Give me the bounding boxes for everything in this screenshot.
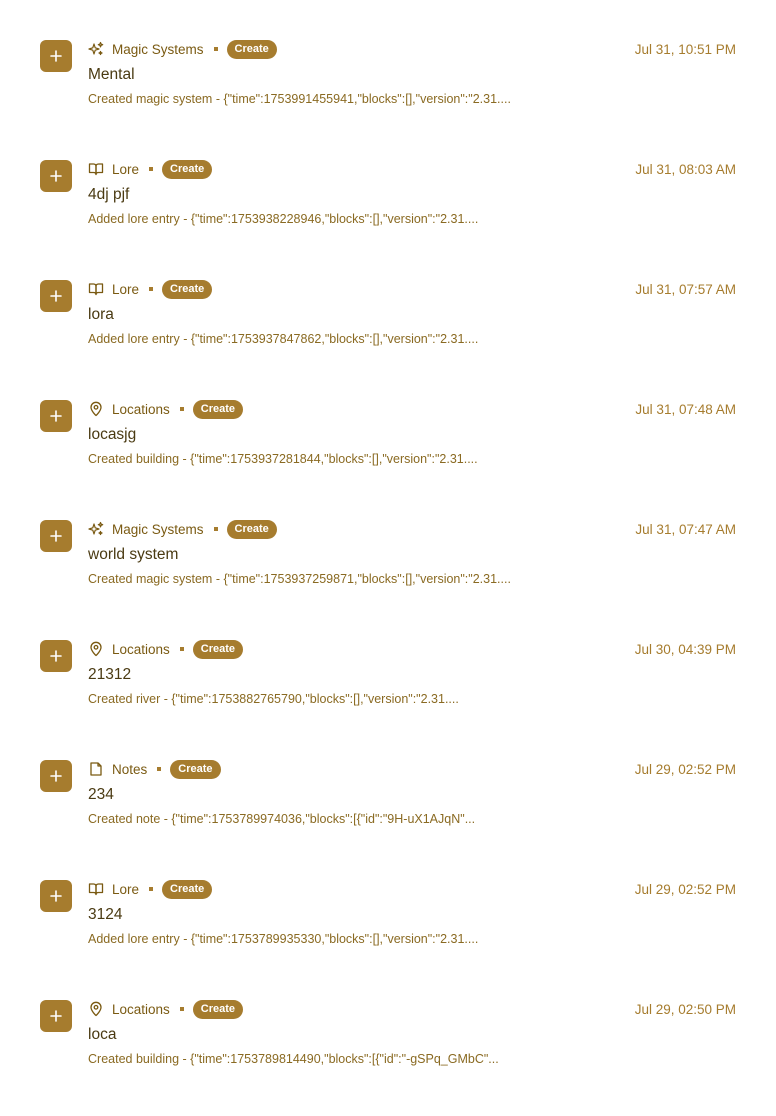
add-button[interactable] [40, 280, 72, 312]
action-badge: Create [192, 999, 244, 1019]
item-description: Created building - {"time":1753937281844… [88, 452, 478, 466]
timestamp: Jul 30, 04:39 PM [634, 642, 736, 657]
category-label: Locations [112, 401, 170, 417]
item-title[interactable]: 4dj pjf [88, 184, 736, 206]
separator-dot [157, 767, 162, 771]
item-title[interactable]: lora [88, 304, 736, 326]
plus-icon [50, 530, 62, 542]
action-badge: Create [192, 399, 244, 419]
separator-dot [149, 887, 154, 891]
book-open-icon [88, 881, 104, 897]
item-title[interactable]: locasjg [88, 424, 736, 446]
plus-icon [50, 50, 62, 62]
plus-icon [50, 1010, 62, 1022]
category-label: Magic Systems [112, 41, 204, 57]
item-description: Created magic system - {"time":175393725… [88, 572, 511, 586]
item-title[interactable]: 3124 [88, 904, 736, 926]
separator-dot [213, 47, 218, 51]
item-description: Added lore entry - {"time":1753938228946… [88, 212, 479, 226]
activity-item: Locations Create 21312 Created river - {… [0, 636, 776, 756]
book-open-icon [88, 161, 104, 177]
activity-item: Notes Create 234 Created note - {"time":… [0, 756, 776, 876]
plus-icon [50, 410, 62, 422]
map-pin-icon [88, 401, 104, 417]
plus-icon [50, 770, 62, 782]
timestamp: Jul 29, 02:52 PM [634, 762, 736, 777]
activity-item: Locations Create locasjg Created buildin… [0, 396, 776, 516]
plus-icon [50, 890, 62, 902]
map-pin-icon [88, 1001, 104, 1017]
category-label: Notes [112, 761, 148, 777]
category-label: Lore [112, 881, 140, 897]
separator-dot [149, 287, 154, 291]
separator-dot [179, 1007, 184, 1011]
category-label: Magic Systems [112, 521, 204, 537]
item-title[interactable]: loca [88, 1024, 736, 1046]
plus-icon [50, 290, 62, 302]
add-button[interactable] [40, 1000, 72, 1032]
separator-dot [213, 527, 218, 531]
sparkles-icon [88, 41, 104, 57]
add-button[interactable] [40, 40, 72, 72]
action-badge: Create [162, 279, 213, 299]
add-button[interactable] [40, 400, 72, 432]
action-badge: Create [162, 159, 213, 179]
timestamp: Jul 31, 10:51 PM [634, 42, 736, 57]
timestamp: Jul 31, 07:57 AM [635, 282, 736, 297]
item-title[interactable]: Mental [88, 64, 736, 86]
plus-icon [50, 170, 62, 182]
activity-item: Lore Create 4dj pjf Added lore entry - {… [0, 156, 776, 276]
activity-item: Lore Create lora Added lore entry - {"ti… [0, 276, 776, 396]
add-button[interactable] [40, 760, 72, 792]
timestamp: Jul 31, 08:03 AM [635, 162, 736, 177]
file-icon [88, 761, 104, 777]
activity-item: Magic Systems Create Mental Created magi… [0, 36, 776, 156]
map-pin-icon [88, 641, 104, 657]
item-description: Created river - {"time":1753882765790,"b… [88, 692, 459, 706]
timestamp: Jul 31, 07:47 AM [635, 522, 736, 537]
item-description: Added lore entry - {"time":1753789935330… [88, 932, 479, 946]
category-label: Locations [112, 641, 170, 657]
action-badge: Create [192, 639, 244, 659]
book-open-icon [88, 281, 104, 297]
separator-dot [179, 407, 184, 411]
activity-item: Locations Create loca Created building -… [0, 996, 776, 1116]
item-description: Created magic system - {"time":175399145… [88, 92, 511, 106]
action-badge: Create [226, 39, 277, 59]
item-description: Created note - {"time":1753789974036,"bl… [88, 812, 476, 826]
activity-item: Magic Systems Create world system Create… [0, 516, 776, 636]
item-description: Added lore entry - {"time":1753937847862… [88, 332, 479, 346]
timestamp: Jul 29, 02:50 PM [634, 1002, 736, 1017]
item-description: Created building - {"time":1753789814490… [88, 1052, 499, 1066]
item-title[interactable]: 21312 [88, 664, 736, 686]
timestamp: Jul 31, 07:48 AM [635, 402, 736, 417]
activity-feed: Magic Systems Create Mental Created magi… [0, 0, 776, 1116]
separator-dot [179, 647, 184, 651]
activity-item: Lore Create 3124 Added lore entry - {"ti… [0, 876, 776, 996]
timestamp: Jul 29, 02:52 PM [634, 882, 736, 897]
category-label: Lore [112, 281, 140, 297]
add-button[interactable] [40, 160, 72, 192]
add-button[interactable] [40, 520, 72, 552]
action-badge: Create [162, 879, 213, 899]
item-title[interactable]: world system [88, 544, 736, 566]
category-label: Locations [112, 1001, 170, 1017]
sparkles-icon [88, 521, 104, 537]
separator-dot [149, 167, 154, 171]
action-badge: Create [170, 759, 221, 779]
add-button[interactable] [40, 640, 72, 672]
plus-icon [50, 650, 62, 662]
action-badge: Create [226, 519, 277, 539]
item-title[interactable]: 234 [88, 784, 736, 806]
add-button[interactable] [40, 880, 72, 912]
category-label: Lore [112, 161, 140, 177]
